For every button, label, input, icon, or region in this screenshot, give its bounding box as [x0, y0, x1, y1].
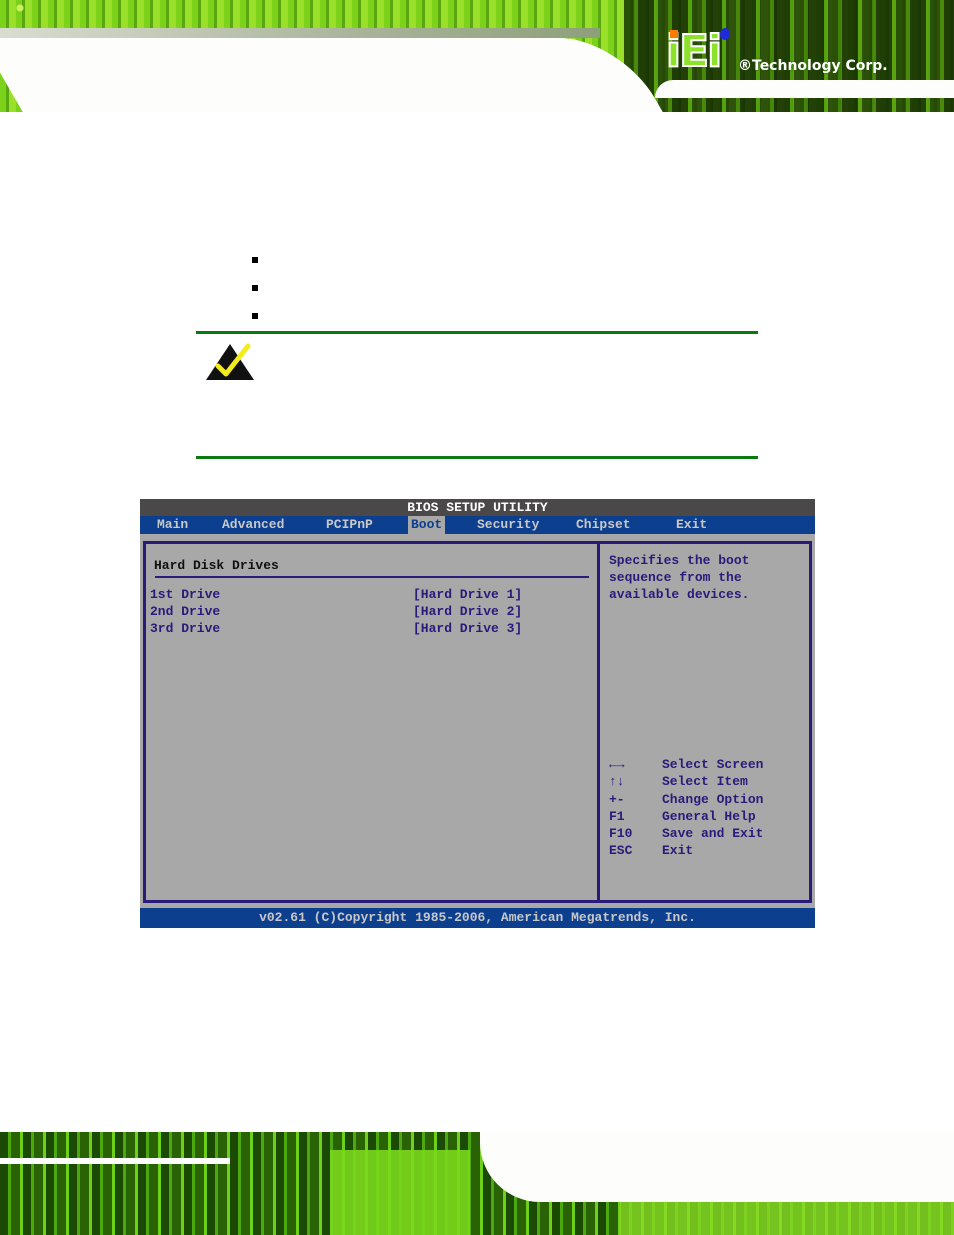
banner-stripe [0, 28, 600, 38]
key-name: F1 [609, 808, 625, 824]
key-name: +- [609, 791, 625, 807]
key-desc: Change Option [662, 791, 764, 807]
note-bottom-rule [196, 456, 758, 459]
bios-help-pane: Specifies the boot sequence from the ava… [597, 541, 812, 903]
tab-advanced[interactable]: Advanced [219, 516, 287, 534]
bios-title: BIOS SETUP UTILITY [140, 499, 815, 516]
drive-row-1st[interactable]: 1st Drive [Hard Drive 1] [150, 586, 590, 603]
drive-value[interactable]: [Hard Drive 2] [413, 603, 522, 620]
banner-swoosh-line [655, 80, 954, 98]
drive-row-3rd[interactable]: 3rd Drive [Hard Drive 3] [150, 620, 590, 637]
circuit-board-highlight [330, 1150, 470, 1235]
drive-value[interactable]: [Hard Drive 1] [413, 586, 522, 603]
tab-security[interactable]: Security [474, 516, 542, 534]
drive-label: 1st Drive [150, 587, 221, 602]
tab-pcipnp[interactable]: PCIPnP [323, 516, 376, 534]
banner-swoosh [0, 38, 672, 112]
section-divider [155, 576, 589, 578]
drive-label: 3rd Drive [150, 621, 221, 636]
key-desc: Save and Exit [662, 826, 764, 842]
bios-main-pane: Hard Disk Drives 1st Drive [Hard Drive 1… [143, 541, 600, 903]
banner-swoosh-line [0, 1158, 230, 1164]
help-line: sequence from the [609, 570, 742, 585]
key-desc: Exit [662, 843, 694, 859]
bullet-icon [252, 313, 258, 319]
arrows-left-right-icon: ←→ [609, 757, 625, 772]
bios-menu-bar: Main Advanced PCIPnP Boot Security Chips… [140, 516, 815, 534]
key-name: ESC [609, 843, 633, 859]
tab-exit[interactable]: Exit [673, 516, 710, 534]
tab-main[interactable]: Main [154, 516, 191, 534]
key-name: F10 [609, 826, 633, 842]
bios-copyright: v02.61 (C)Copyright 1985-2006, American … [140, 908, 815, 928]
banner-white-area [0, 1110, 954, 1132]
help-description: Specifies the boot sequence from the ava… [609, 552, 799, 603]
bullet-icon [252, 257, 258, 263]
drive-label: 2nd Drive [150, 604, 221, 619]
iei-logo: iEi ®Technology Corp. [665, 27, 946, 78]
logo-blue-dot [720, 28, 730, 40]
tab-boot[interactable]: Boot [408, 516, 446, 534]
circuit-board-highlight [620, 1200, 954, 1235]
footer-banner [0, 1110, 954, 1235]
note-top-rule [196, 331, 758, 334]
section-title: Hard Disk Drives [154, 558, 279, 573]
key-desc: Select Item [662, 774, 748, 790]
help-line: Specifies the boot [609, 553, 750, 568]
help-line: available devices. [609, 587, 750, 602]
key-desc: Select Screen [662, 757, 764, 772]
note-check-icon [206, 343, 254, 380]
arrows-up-down-icon: ↑↓ [609, 774, 625, 790]
header-banner: iEi ®Technology Corp. [0, 0, 954, 112]
banner-swoosh [620, 1170, 954, 1202]
drive-value[interactable]: [Hard Drive 3] [413, 620, 522, 637]
drive-row-2nd[interactable]: 2nd Drive [Hard Drive 2] [150, 603, 590, 620]
logo-orange-dot [670, 30, 678, 38]
bullet-icon [252, 285, 258, 291]
tab-chipset[interactable]: Chipset [573, 516, 634, 534]
key-desc: General Help [662, 808, 756, 824]
logo-tagline: ®Technology Corp. [738, 58, 888, 74]
bios-setup-screen: BIOS SETUP UTILITY Main Advanced PCIPnP … [140, 499, 815, 928]
